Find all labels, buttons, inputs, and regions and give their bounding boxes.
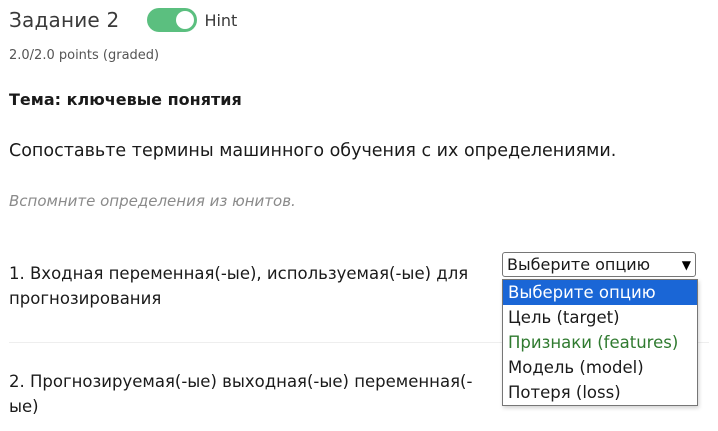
- hint-label: Hint: [204, 10, 238, 30]
- option-features[interactable]: Признаки (features): [503, 330, 697, 355]
- instruction-text: Сопоставьте термины машинного обучения с…: [9, 141, 617, 161]
- problem-page: Задание 2 Hint 2.0/2.0 points (graded) Т…: [0, 0, 718, 431]
- question-1: 1. Входная переменная(-ые), используемая…: [9, 264, 469, 308]
- option-target[interactable]: Цель (target): [503, 305, 697, 330]
- topic-heading: Тема: ключевые понятия: [9, 90, 242, 109]
- problem-header: Задание 2 Hint: [9, 6, 237, 34]
- hint-toggle[interactable]: [147, 8, 198, 32]
- points-status: 2.0/2.0 points (graded): [9, 48, 160, 63]
- select-dropdown-list: Выберите опцию Цель (target) Признаки (f…: [502, 279, 698, 406]
- option-model[interactable]: Модель (model): [503, 355, 697, 380]
- answer-select-1[interactable]: Выберите опцию ▼: [502, 252, 696, 277]
- option-choose[interactable]: Выберите опцию: [503, 280, 697, 305]
- toggle-knob: [176, 11, 195, 29]
- hint-text: Вспомните определения из юнитов.: [9, 192, 296, 210]
- question-2: 2. Прогнозируемая(-ые) выходная(-ые) пер…: [9, 372, 473, 416]
- chevron-down-icon: ▼: [681, 257, 691, 272]
- select-value: Выберите опцию: [507, 255, 651, 274]
- problem-title: Задание 2: [9, 8, 120, 32]
- option-loss[interactable]: Потеря (loss): [503, 380, 697, 405]
